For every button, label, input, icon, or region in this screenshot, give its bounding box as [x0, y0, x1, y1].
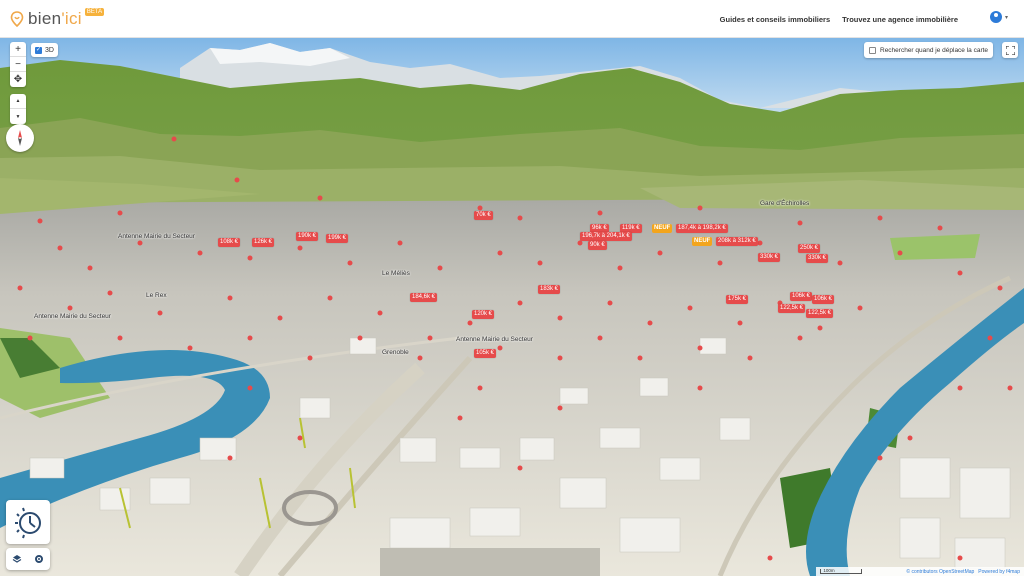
price-tag[interactable]: 120k €	[472, 310, 495, 319]
account-menu[interactable]: ▾	[989, 11, 1008, 23]
top-bar: bien'ici BETA Guides et conseils immobil…	[0, 0, 1024, 38]
fullscreen-button[interactable]	[1002, 42, 1018, 58]
checkbox-icon	[869, 46, 876, 54]
logo-text-bien: bien	[28, 8, 62, 28]
place-le-rex[interactable]: Le Rex	[146, 292, 167, 299]
price-tag[interactable]: 199k €	[326, 234, 349, 243]
gear-icon	[35, 555, 43, 563]
logo[interactable]: bien'ici BETA	[10, 0, 105, 38]
place-grenoble[interactable]: Grenoble	[382, 349, 409, 356]
neuf-badge[interactable]: NEUF	[692, 237, 713, 246]
price-tag[interactable]: 196,7k à 204,1k €	[580, 232, 632, 241]
place-antenne-mairie-2[interactable]: Antenne Mairie du Secteur	[34, 313, 111, 320]
place-le-melies[interactable]: Le Méliès	[382, 270, 410, 277]
price-tag[interactable]: 105k €	[474, 349, 497, 358]
nav-agences-link[interactable]: Trouvez une agence immobilière	[842, 15, 958, 24]
price-tag[interactable]: 190k €	[296, 232, 319, 241]
zoom-controls: + − ✥	[10, 42, 26, 87]
price-tag[interactable]: 175k €	[726, 295, 749, 304]
nav-guides-link[interactable]: Guides et conseils immobiliers	[720, 15, 830, 24]
price-tag[interactable]: 250k €	[798, 244, 821, 253]
toggle-3d-label: 3D	[45, 46, 54, 54]
place-antenne-mairie-1[interactable]: Antenne Mairie du Secteur	[118, 233, 195, 240]
zoom-in-button[interactable]: +	[10, 42, 26, 57]
search-on-move-label: Rechercher quand je déplace la carte	[880, 46, 989, 54]
fullscreen-icon	[1005, 45, 1015, 55]
tilt-up-button[interactable]: ▲	[10, 94, 26, 109]
checkbox-checked-icon: ✓	[35, 46, 42, 54]
tilt-controls: ▲ ▼	[10, 94, 26, 124]
tilt-down-button[interactable]: ▼	[10, 109, 26, 124]
price-tag[interactable]: 184,6k €	[410, 293, 438, 302]
price-tag[interactable]: 187,4k à 198,2k €	[676, 224, 728, 233]
settings-button[interactable]	[28, 548, 50, 570]
price-tag[interactable]: 122,5k €	[806, 309, 834, 318]
daylight-button[interactable]	[6, 500, 50, 544]
price-tag[interactable]: 208k à 312k €	[716, 237, 758, 246]
logo-text-ici: 'ici	[61, 8, 82, 28]
scale-bar: 100m	[820, 568, 863, 574]
layers-button[interactable]	[6, 548, 28, 570]
chevron-down-icon: ▾	[1004, 14, 1008, 21]
sun-clock-icon	[15, 507, 41, 539]
logo-text: bien'ici	[28, 9, 82, 29]
logo-pin-icon	[10, 10, 24, 27]
price-tag[interactable]: 108k €	[218, 238, 241, 247]
price-tag[interactable]: 106k €	[812, 295, 835, 304]
price-tag[interactable]: 330k €	[806, 254, 829, 263]
locate-button[interactable]: ✥	[10, 72, 26, 87]
zoom-out-button[interactable]: −	[10, 57, 26, 72]
price-tag[interactable]: 106k €	[790, 292, 813, 301]
search-on-move-toggle[interactable]: Rechercher quand je déplace la carte	[864, 42, 994, 58]
price-tag[interactable]: 183k €	[538, 285, 561, 294]
toggle-3d-button[interactable]: ✓ 3D	[31, 43, 58, 57]
user-icon	[989, 11, 1002, 23]
layers-icon	[12, 555, 22, 563]
compass-icon	[18, 130, 22, 146]
map-3d[interactable]: Gare d'Échirolles Antenne Mairie du Sect…	[0, 38, 1024, 576]
map-attribution: 100m © contributors OpenStreetMap Powere…	[816, 567, 1024, 576]
price-tag[interactable]: 330k €	[758, 253, 781, 262]
osm-attribution-link[interactable]: © contributors OpenStreetMap	[906, 569, 974, 575]
price-tag[interactable]: 126k €	[252, 238, 275, 247]
beta-badge: BETA	[84, 7, 105, 16]
place-gare-echirolles[interactable]: Gare d'Échirolles	[760, 200, 809, 207]
map-scene	[0, 38, 1024, 576]
compass-button[interactable]	[6, 124, 34, 152]
header-nav: Guides et conseils immobiliers Trouvez u…	[708, 0, 958, 38]
price-tag[interactable]: 90k €	[588, 241, 607, 250]
place-antenne-mairie-3[interactable]: Antenne Mairie du Secteur	[456, 336, 533, 343]
neuf-badge[interactable]: NEUF	[652, 224, 673, 233]
price-tag[interactable]: 122,5k €	[778, 304, 806, 313]
price-tag[interactable]: 70k €	[474, 211, 493, 220]
f4map-attribution-link[interactable]: Powered by f4map	[978, 569, 1020, 575]
map-bottom-controls	[6, 548, 50, 570]
